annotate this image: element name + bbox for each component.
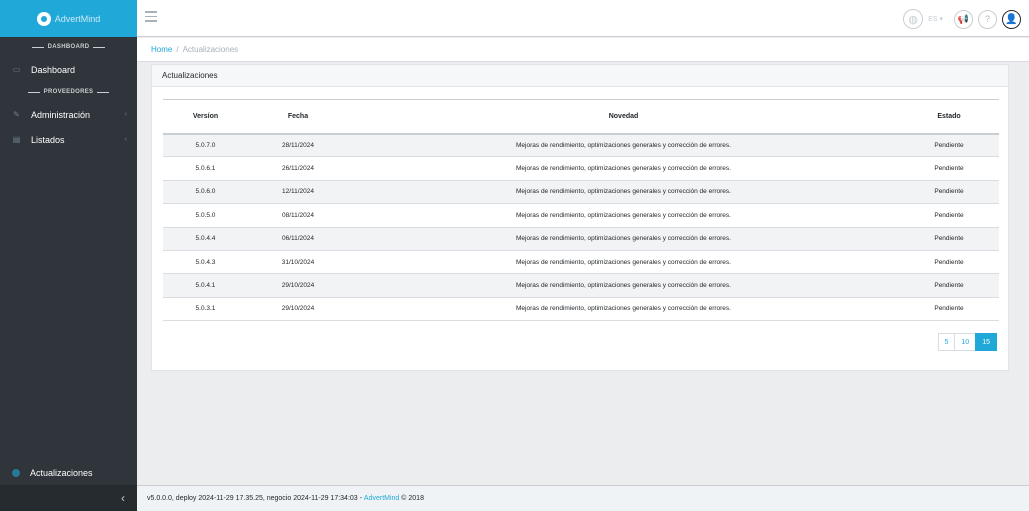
cell-fecha: 28/11/2024 — [248, 133, 348, 158]
dashboard-icon: ▭ — [12, 65, 21, 74]
cell-estado: Pendiente — [899, 273, 999, 298]
footer: v5.0.0.0, deploy 2024-11-29 17.35.25, ne… — [137, 485, 1029, 511]
user-icon[interactable]: 👤 — [1002, 9, 1021, 29]
cell-fecha: 08/11/2024 — [248, 203, 348, 228]
cell-novedad: Mejoras de rendimiento, optimizaciones g… — [348, 227, 899, 251]
cell-novedad: Mejoras de rendimiento, optimizaciones g… — [348, 250, 899, 275]
nav-section-proveedores-label: PROVEEDORES — [43, 89, 94, 95]
nav-section-proveedores: PROVEEDORES — [0, 82, 137, 102]
table-row: 5.0.4.1 29/10/2024 Mejoras de rendimiento,… — [163, 273, 999, 298]
table-row: 5.0.4.3 31/10/2024 Mejoras de rendimiento,… — [163, 250, 999, 275]
breadcrumb-current: Actualizaciones — [182, 45, 239, 54]
sidebar-item-listados-label: Listados — [31, 134, 65, 145]
cell-fecha: 29/10/2024 — [248, 297, 348, 322]
chevron-left-icon: ‹ — [124, 136, 127, 143]
sidebar-item-administracion[interactable]: ✎ Administración ‹ — [0, 102, 137, 127]
card-title: Actualizaciones — [152, 65, 1008, 87]
page-size-selector: 5 10 15 — [937, 333, 997, 351]
list-icon: ▤ — [12, 135, 21, 144]
cell-version: 5.0.6.0 — [163, 180, 248, 205]
top-header: ◍ ES ▾ 📢 ? 👤 — [137, 0, 1029, 37]
table-row: 5.0.5.0 08/11/2024 Mejoras de rendimiento,… — [163, 203, 999, 228]
chevron-left-icon: ‹ — [121, 491, 125, 505]
cell-novedad: Mejoras de rendimiento, optimizaciones g… — [348, 156, 899, 181]
cell-novedad: Mejoras de rendimiento, optimizaciones g… — [348, 273, 899, 298]
cell-novedad: Mejoras de rendimiento, optimizaciones g… — [348, 180, 899, 205]
sidebar-bottom: Actualizaciones ‹ — [0, 460, 137, 511]
footer-brand-link[interactable]: AdvertMind — [364, 495, 399, 502]
cell-version: 5.0.4.4 — [163, 227, 248, 251]
table-row: 5.0.6.0 12/11/2024 Mejoras de rendimiento,… — [163, 180, 999, 205]
breadcrumb: Home / Actualizaciones — [137, 38, 1029, 62]
cell-estado: Pendiente — [899, 180, 999, 205]
help-icon[interactable]: ? — [978, 9, 997, 29]
chevron-left-icon: ‹ — [124, 111, 127, 118]
cell-version: 5.0.7.0 — [163, 133, 248, 158]
breadcrumb-home[interactable]: Home — [151, 45, 172, 54]
table-row: 5.0.6.1 26/11/2024 Mejoras de rendimiento,… — [163, 156, 999, 181]
cell-version: 5.0.3.1 — [163, 297, 248, 322]
table-row: 5.0.3.1 29/10/2024 Mejoras de rendimiento,… — [163, 297, 999, 322]
cell-fecha: 12/11/2024 — [248, 180, 348, 205]
language-label: ES — [928, 16, 938, 23]
updates-icon — [12, 468, 20, 477]
cell-novedad: Mejoras de rendimiento, optimizaciones g… — [348, 133, 899, 158]
page-size-5[interactable]: 5 — [937, 333, 956, 351]
brand-name: AdvertMind — [54, 13, 101, 24]
cell-estado: Pendiente — [899, 297, 999, 322]
brand-logo[interactable]: AdvertMind — [0, 0, 137, 37]
logo-icon — [36, 11, 51, 26]
sidebar-minimizer[interactable]: ‹ — [0, 485, 137, 511]
cell-fecha: 29/10/2024 — [248, 273, 348, 298]
cell-version: 5.0.5.0 — [163, 203, 248, 228]
cell-estado: Pendiente — [899, 156, 999, 181]
cell-version: 5.0.4.1 — [163, 273, 248, 298]
updates-table: Versíon Fecha Novedad Estado 5.0.7.0 28/1… — [163, 99, 999, 322]
cell-fecha: 26/11/2024 — [248, 156, 348, 181]
sidebar-item-actualizaciones-label: Actualizaciones — [30, 467, 93, 478]
nav-section-dashboard-label: DASHBOARD — [47, 44, 90, 50]
sidebar-item-administracion-label: Administración — [31, 109, 91, 120]
menu-toggler-icon[interactable] — [145, 11, 157, 25]
column-header-novedad[interactable]: Novedad — [348, 99, 899, 135]
header-actions: ◍ ES ▾ 📢 ? 👤 — [903, 9, 1021, 29]
cell-fecha: 31/10/2024 — [248, 250, 348, 275]
cell-novedad: Mejoras de rendimiento, optimizaciones g… — [348, 203, 899, 228]
column-header-fecha[interactable]: Fecha — [248, 99, 348, 135]
globe-icon[interactable]: ◍ — [903, 9, 924, 29]
language-selector[interactable]: ES ▾ — [928, 15, 943, 23]
cell-estado: Pendiente — [899, 250, 999, 275]
column-header-version[interactable]: Versíon — [163, 99, 248, 135]
megaphone-icon[interactable]: 📢 — [954, 9, 973, 29]
sidebar-item-actualizaciones[interactable]: Actualizaciones — [0, 460, 137, 485]
footer-version-text: v5.0.0.0, deploy 2024-11-29 17.35.25, ne… — [147, 495, 362, 502]
cell-estado: Pendiente — [899, 133, 999, 158]
sidebar-item-listados[interactable]: ▤ Listados ‹ — [0, 127, 137, 152]
wrench-icon: ✎ — [13, 110, 20, 119]
nav-section-dashboard: DASHBOARD — [0, 37, 137, 57]
footer-copyright: © 2018 — [401, 495, 424, 502]
table-header-row: Versíon Fecha Novedad Estado — [163, 99, 999, 135]
updates-card: Actualizaciones Versíon Fecha Novedad Es… — [151, 64, 1009, 371]
cell-version: 5.0.6.1 — [163, 156, 248, 181]
sidebar: AdvertMind DASHBOARD ▭ Dashboard PROVEED… — [0, 0, 137, 511]
cell-estado: Pendiente — [899, 227, 999, 251]
table-row: 5.0.4.4 06/11/2024 Mejoras de rendimiento,… — [163, 227, 999, 251]
page-size-10[interactable]: 10 — [954, 333, 977, 351]
table-body: 5.0.7.0 28/11/2024 Mejoras de rendimiento,… — [163, 133, 999, 322]
page-size-15[interactable]: 15 — [975, 333, 997, 351]
cell-estado: Pendiente — [899, 203, 999, 228]
cell-novedad: Mejoras de rendimiento, optimizaciones g… — [348, 297, 899, 322]
column-header-estado[interactable]: Estado — [899, 99, 999, 135]
breadcrumb-separator: / — [176, 45, 179, 54]
cell-version: 5.0.4.3 — [163, 250, 248, 275]
cell-fecha: 06/11/2024 — [248, 227, 348, 251]
sidebar-item-dashboard[interactable]: ▭ Dashboard — [0, 57, 137, 82]
table-row: 5.0.7.0 28/11/2024 Mejoras de rendimiento,… — [163, 133, 999, 158]
sidebar-item-dashboard-label: Dashboard — [31, 64, 76, 75]
